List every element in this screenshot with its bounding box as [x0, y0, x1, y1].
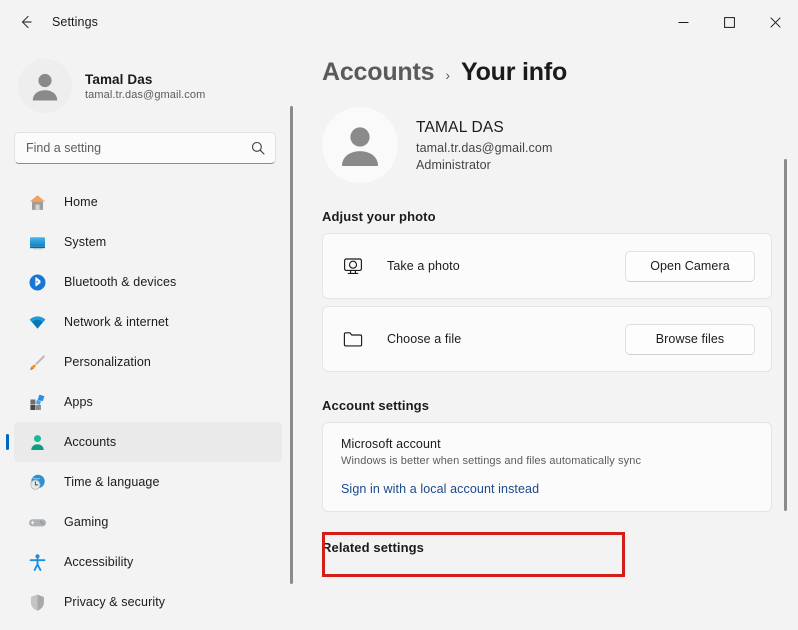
sidebar-item-apps[interactable]: Apps: [14, 382, 282, 422]
search-container: [0, 116, 296, 164]
sidebar-item-label: Gaming: [64, 515, 109, 529]
camera-icon: [341, 254, 365, 278]
person-avatar-icon: [342, 127, 378, 166]
breadcrumb-parent[interactable]: Accounts: [322, 58, 435, 87]
account-settings-heading: Account settings: [322, 398, 430, 413]
take-photo-label: Take a photo: [387, 259, 460, 273]
minimize-icon: [678, 21, 688, 23]
search-icon: [251, 141, 265, 155]
sidebar-item-label: Personalization: [64, 355, 151, 369]
account-summary-text: TAMAL DAS tamal.tr.das@gmail.com Adminis…: [416, 119, 552, 172]
sidebar-item-bluetooth-devices[interactable]: Bluetooth & devices: [14, 262, 282, 302]
sidebar-item-label: Apps: [64, 395, 93, 409]
back-arrow-icon: [21, 15, 32, 29]
avatar: [322, 107, 398, 183]
sidebar-scrollbar[interactable]: [290, 106, 293, 584]
sidebar-item-network-internet[interactable]: Network & internet: [14, 302, 282, 342]
main-content: Accounts › Your info TAMAL DAS tamal.tr.…: [296, 44, 798, 630]
take-photo-card: Take a photo Open Camera: [322, 233, 772, 299]
choose-file-label: Choose a file: [387, 332, 462, 346]
close-icon: [769, 16, 781, 28]
wifi-icon: [26, 311, 48, 333]
clock-globe-icon: [26, 471, 48, 493]
sidebar-profile-text: Tamal Das tamal.tr.das@gmail.com: [85, 72, 205, 101]
sidebar-item-gaming[interactable]: Gaming: [14, 502, 282, 542]
bluetooth-icon: [26, 271, 48, 293]
chevron-right-icon: ›: [445, 67, 450, 83]
window-controls: [660, 0, 798, 44]
adjust-photo-heading: Adjust your photo: [322, 209, 436, 224]
sidebar-item-label: System: [64, 235, 107, 249]
selection-indicator: [6, 434, 9, 450]
page-title: Your info: [460, 58, 568, 86]
system-monitor-icon: [26, 231, 48, 253]
sidebar-profile[interactable]: Tamal Das tamal.tr.das@gmail.com: [0, 44, 296, 116]
gamepad-icon: [26, 511, 48, 533]
sidebar-item-label: Bluetooth & devices: [64, 275, 177, 289]
main-scrollbar[interactable]: [784, 159, 787, 511]
sidebar-item-accounts[interactable]: Accounts: [6, 422, 282, 462]
sidebar-item-personalization[interactable]: Personalization: [14, 342, 282, 382]
sidebar-item-label: Network & internet: [64, 315, 169, 329]
accounts-person-icon: [26, 431, 48, 453]
browse-files-button[interactable]: Browse files: [625, 323, 755, 355]
sidebar-item-system[interactable]: System: [14, 222, 282, 262]
microsoft-account-block: Microsoft account Windows is better when…: [323, 423, 771, 467]
sidebar-item-label: Time & language: [64, 475, 160, 489]
sidebar-item-privacy-security[interactable]: Privacy & security: [14, 582, 282, 622]
choose-file-card: Choose a file Browse files: [322, 306, 772, 372]
accessibility-person-icon: [26, 551, 48, 573]
sidebar-nav: Home System Bluetooth & devices Network …: [0, 182, 296, 622]
person-avatar-icon: [32, 73, 58, 101]
settings-window: Settings Tamal Das tamal.tr.das@gmail.co…: [0, 0, 798, 630]
apps-icon: [26, 391, 48, 413]
open-camera-button[interactable]: Open Camera: [625, 250, 755, 282]
related-settings-heading: Related settings: [322, 540, 425, 555]
titlebar: Settings: [0, 0, 798, 44]
folder-icon: [341, 327, 365, 351]
app-title: Settings: [52, 15, 98, 29]
sidebar-item-label: Accessibility: [64, 555, 134, 569]
sidebar-item-time-language[interactable]: Time & language: [14, 462, 282, 502]
account-settings-card: Microsoft account Windows is better when…: [322, 422, 772, 512]
sidebar: Tamal Das tamal.tr.das@gmail.com Find a …: [0, 44, 296, 630]
sidebar-profile-email: tamal.tr.das@gmail.com: [85, 88, 206, 101]
sign-in-local-account-link[interactable]: Sign in with a local account instead: [341, 482, 539, 496]
maximize-button[interactable]: [706, 0, 752, 44]
account-role: Administrator: [416, 157, 491, 172]
microsoft-account-title: Microsoft account: [341, 437, 441, 451]
close-button[interactable]: [752, 0, 798, 44]
sidebar-item-accessibility[interactable]: Accessibility: [14, 542, 282, 582]
sidebar-profile-name: Tamal Das: [85, 71, 153, 87]
avatar: [18, 59, 72, 113]
sidebar-item-label: Accounts: [64, 435, 117, 449]
search-input[interactable]: [15, 141, 275, 155]
paintbrush-icon: [26, 351, 48, 373]
sidebar-item-home[interactable]: Home: [14, 182, 282, 222]
sidebar-item-label: Privacy & security: [64, 595, 166, 609]
sidebar-item-label: Home: [64, 195, 98, 209]
breadcrumb: Accounts › Your info: [296, 44, 798, 87]
search-box[interactable]: [14, 132, 276, 164]
account-name: TAMAL DAS: [416, 118, 504, 136]
back-button[interactable]: [10, 6, 42, 38]
account-email: tamal.tr.das@gmail.com: [416, 140, 553, 155]
local-account-row: Sign in with a local account instead: [323, 467, 771, 511]
take-photo-row: Take a photo Open Camera: [323, 234, 771, 298]
choose-file-row: Choose a file Browse files: [323, 307, 771, 371]
minimize-button[interactable]: [660, 0, 706, 44]
microsoft-account-subtitle: Windows is better when settings and file…: [341, 455, 642, 467]
account-summary: TAMAL DAS tamal.tr.das@gmail.com Adminis…: [296, 87, 798, 183]
shield-icon: [26, 591, 48, 613]
home-icon: [26, 191, 48, 213]
maximize-icon: [723, 16, 735, 28]
